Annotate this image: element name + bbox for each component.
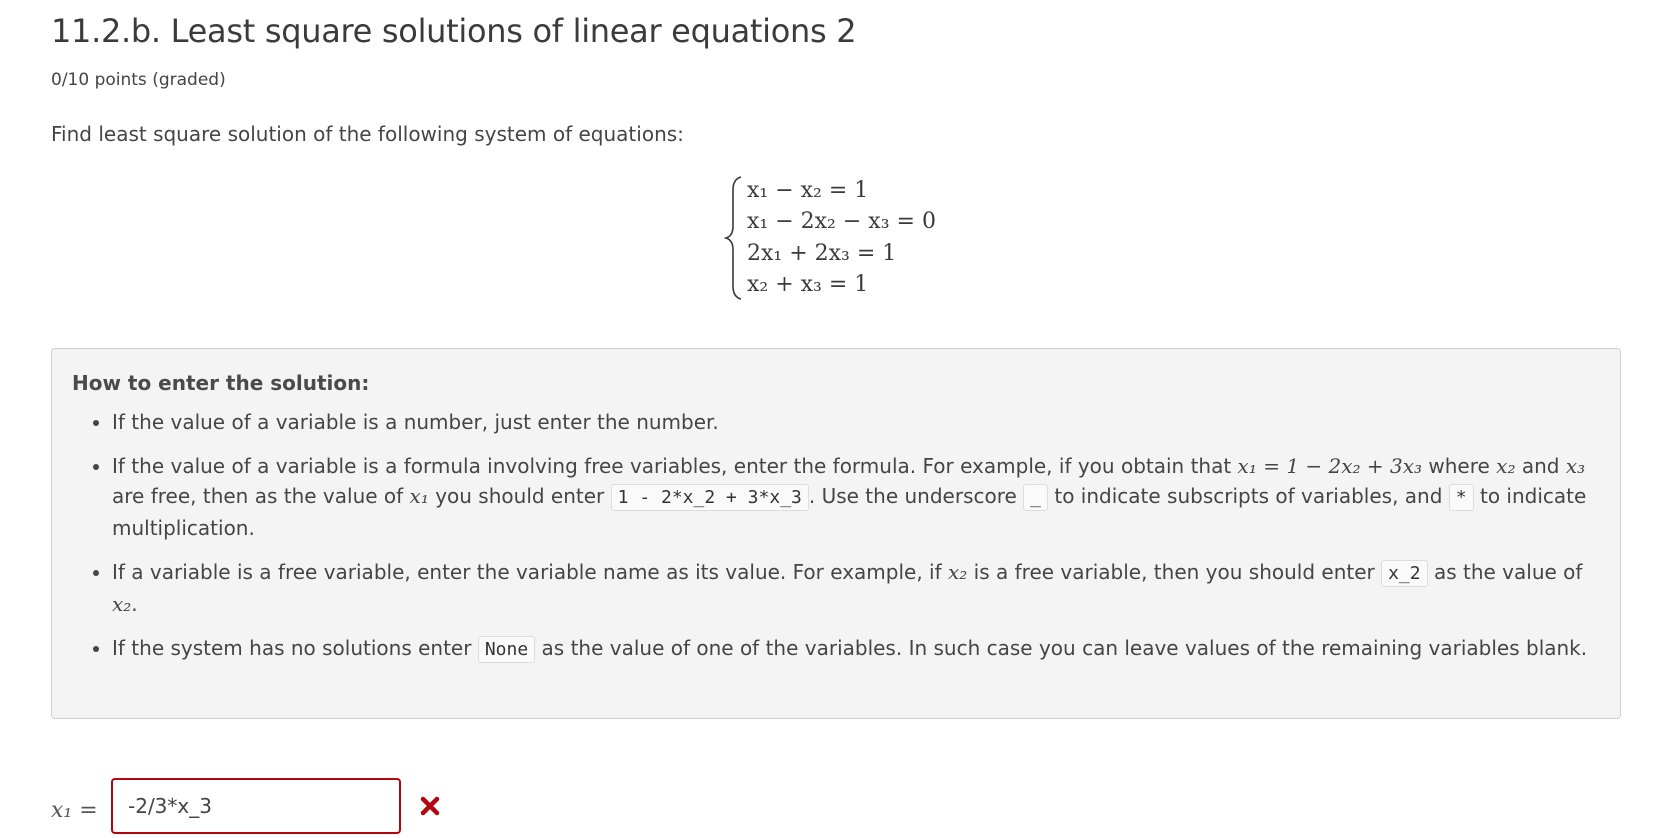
- instruction-number: If the value of a variable is a number, …: [93, 407, 1600, 437]
- equations-list: x₁ − x₂ = 1 x₁ − 2x₂ − x₃ = 0 2x₁ + 2x₃ …: [747, 176, 936, 300]
- code-x2: x_2: [1381, 560, 1428, 587]
- instructions-box: How to enter the solution: If the value …: [51, 348, 1621, 719]
- left-brace-icon: [724, 176, 742, 300]
- problem-intro: Find least square solution of the follow…: [51, 122, 684, 146]
- equation-4: x₂ + x₃ = 1: [747, 271, 869, 297]
- incorrect-x-icon: [420, 796, 440, 816]
- instructions-list: If the value of a variable is a number, …: [72, 407, 1600, 679]
- points-status: 0/10 points (graded): [51, 70, 226, 90]
- instructions-title: How to enter the solution:: [72, 371, 370, 395]
- equation-system: x₁ − x₂ = 1 x₁ − 2x₂ − x₃ = 0 2x₁ + 2x₃ …: [724, 176, 936, 300]
- page-title: 11.2.b. Least square solutions of linear…: [51, 12, 857, 50]
- equation-3: 2x₁ + 2x₃ = 1: [747, 240, 897, 266]
- answer-label-x1: x₁ =: [51, 798, 98, 823]
- code-asterisk: *: [1448, 484, 1474, 511]
- code-none: None: [477, 636, 536, 663]
- instruction-formula: If the value of a variable is a formula …: [93, 451, 1600, 543]
- code-underscore: _: [1023, 484, 1049, 511]
- instruction-no-solution: If the system has no solutions enter Non…: [93, 633, 1600, 665]
- equation-1: x₁ − x₂ = 1: [747, 178, 869, 203]
- answer-input-x1[interactable]: [111, 778, 401, 834]
- equation-2: x₁ − 2x₂ − x₃ = 0: [747, 209, 936, 235]
- code-example-formula: 1 - 2*x_2 + 3*x_3: [610, 484, 809, 511]
- instruction-free-variable: If a variable is a free variable, enter …: [93, 557, 1600, 619]
